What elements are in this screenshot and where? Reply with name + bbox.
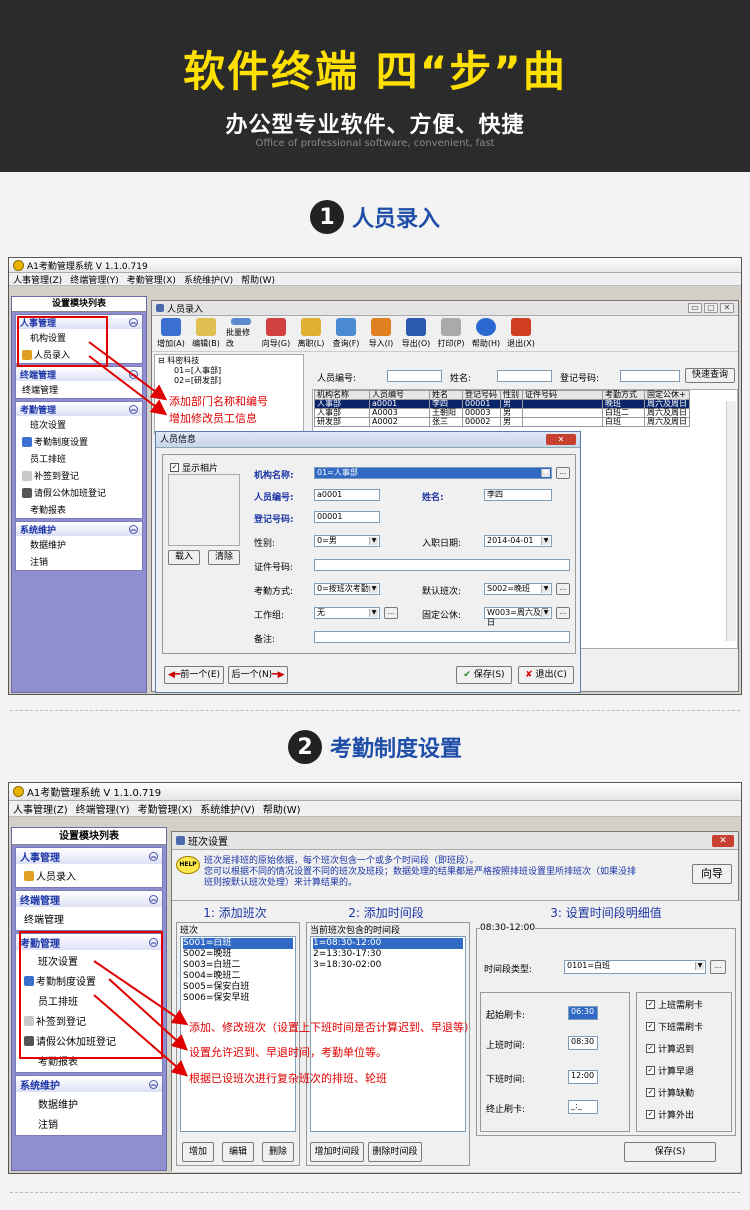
att-mode-select[interactable]: 0=按班次考勤 ▼ [314, 583, 380, 595]
dropdown-icon: ▼ [541, 609, 550, 617]
sex-label: 性别: [254, 539, 276, 549]
step-number: 1 [309, 200, 344, 234]
memo-field[interactable] [314, 631, 570, 643]
org-select[interactable]: 01=人事部 ▼ [314, 467, 552, 479]
hero-subtitle-en: Office of professional software, conveni… [255, 138, 495, 149]
arrow-right-icon: ━▶ [272, 670, 285, 680]
group-more-button[interactable]: ... [384, 607, 398, 619]
org-more-button[interactable]: ... [556, 467, 570, 479]
default-shift-label: 默认班次: [422, 587, 462, 597]
default-shift-select[interactable]: S002=晚班 ▼ [484, 583, 552, 595]
id-label: 证件号码: [254, 563, 294, 573]
dialog-exit-button[interactable]: ✘ 退出(C) [518, 666, 574, 684]
step-1-heading: 1 人员录入 [0, 200, 750, 240]
load-photo-button[interactable]: 载入 [168, 550, 200, 565]
att-mode-label: 考勤方式: [254, 587, 294, 597]
dialog-close-button[interactable]: ✕ [546, 434, 576, 445]
photo-area [168, 474, 240, 546]
step-number: 2 [287, 730, 322, 764]
name-field[interactable]: 李四 [484, 489, 552, 501]
show-photo-checkbox[interactable]: ✓ 显示相片 [170, 461, 218, 474]
cross-icon: ✘ [525, 670, 533, 680]
rest-label: 固定公休: [422, 611, 462, 621]
app-window-1: A1考勤管理系统 V 1.1.0.719 人事管理(Z) 终端管理(Y) 考勤管… [8, 257, 742, 695]
work-group-label: 工作组: [254, 611, 285, 621]
dialog-title: 人员信息 [160, 435, 197, 445]
hire-date-picker[interactable]: 2014-04-01 ▼ [484, 535, 552, 547]
dropdown-icon: ▼ [541, 537, 550, 545]
next-button[interactable]: 后一个(N)━▶ [228, 666, 288, 684]
step-label: 考勤制度设置 [329, 737, 462, 762]
dropdown-icon: ▼ [541, 585, 550, 593]
hero-subtitle: 办公型专业软件、方便、快捷 [225, 113, 525, 138]
step-2-heading: 2 考勤制度设置 [0, 730, 750, 770]
check-icon: ✔ [463, 670, 471, 680]
rest-more-button[interactable]: ... [556, 607, 570, 619]
annotation-arrows [93, 960, 189, 1077]
step-label: 人员录入 [351, 207, 440, 232]
dropdown-icon: ▼ [541, 469, 550, 477]
reg-no-label: 登记号码: [254, 515, 294, 525]
rest-select[interactable]: W003=周六及周日 ▼ [484, 607, 552, 627]
save-button[interactable]: ✔ 保存(S) [456, 666, 512, 684]
name-label: 姓名: [422, 493, 444, 503]
staff-info-dialog: 人员信息 ✕ ✓ 显示相片 载入 清除 机构名称: 01=人事部 ▼ ... 人员编… [155, 431, 581, 693]
memo-label: 备注: [254, 635, 276, 645]
dropdown-icon: ▼ [369, 537, 378, 545]
reg-no-field[interactable]: 00001 [314, 511, 380, 523]
emp-no-label: 人员编号: [254, 493, 294, 503]
app-window-2: A1考勤管理系统 V 1.1.0.719 人事管理(Z) 终端管理(Y) 考勤管… [8, 782, 742, 1174]
work-group-select[interactable]: 无 ▼ [314, 607, 380, 619]
prev-button[interactable]: ◀━前一个(E) [164, 666, 224, 684]
org-label: 机构名称: [254, 471, 294, 481]
hero-title: 软件终端 四“步”曲 [183, 47, 567, 96]
id-field[interactable] [314, 559, 570, 571]
emp-no-field[interactable]: a0001 [314, 489, 380, 501]
divider [10, 710, 740, 711]
clear-photo-button[interactable]: 清除 [208, 550, 240, 565]
hire-date-label: 入职日期: [422, 539, 462, 549]
shift-more-button[interactable]: ... [556, 583, 570, 595]
dropdown-icon: ▼ [369, 585, 378, 593]
arrow-left-icon: ◀━ [167, 670, 181, 680]
divider [10, 1192, 740, 1193]
dropdown-icon: ▼ [369, 609, 378, 617]
sex-select[interactable]: 0=男 ▼ [314, 535, 380, 547]
